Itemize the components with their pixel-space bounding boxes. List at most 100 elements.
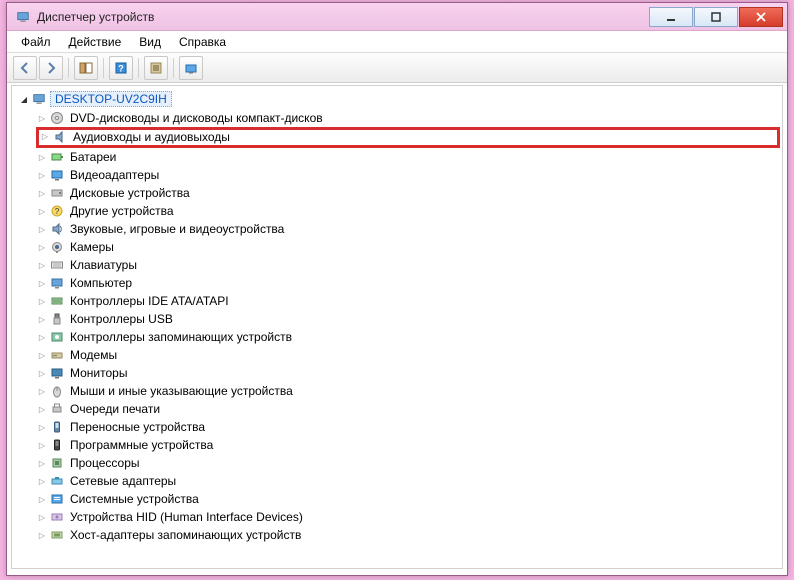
root-label[interactable]: DESKTOP-UV2C9IH xyxy=(50,91,172,107)
forward-button[interactable] xyxy=(39,56,63,80)
expand-collapse-icon[interactable] xyxy=(36,188,48,199)
monitor-icon xyxy=(49,365,65,381)
help-button[interactable]: ? xyxy=(109,56,133,80)
tree-node[interactable]: Видеоадаптеры xyxy=(18,166,780,184)
expand-collapse-icon[interactable] xyxy=(18,94,30,105)
tree-node[interactable]: Программные устройства xyxy=(18,436,780,454)
tree-node[interactable]: Контроллеры IDE ATA/ATAPI xyxy=(18,292,780,310)
tree-node[interactable]: Звуковые, игровые и видеоустройства xyxy=(18,220,780,238)
expand-collapse-icon[interactable] xyxy=(36,113,48,124)
tree-node[interactable]: Очереди печати xyxy=(18,400,780,418)
toolbar-separator xyxy=(103,58,104,78)
cpu-icon xyxy=(49,455,65,471)
expand-collapse-icon[interactable] xyxy=(36,440,48,451)
menubar: Файл Действие Вид Справка xyxy=(7,31,787,53)
tree-node[interactable]: Хост-адаптеры запоминающих устройств xyxy=(18,526,780,544)
window-title: Диспетчер устройств xyxy=(37,10,649,24)
keyboard-icon xyxy=(49,257,65,273)
network-icon xyxy=(49,473,65,489)
minimize-button[interactable] xyxy=(649,7,693,27)
node-label: Другие устройства xyxy=(68,204,176,218)
node-label: Контроллеры запоминающих устройств xyxy=(68,330,294,344)
node-label: Контроллеры IDE ATA/ATAPI xyxy=(68,294,231,308)
node-label: Переносные устройства xyxy=(68,420,207,434)
camera-icon xyxy=(49,239,65,255)
expand-collapse-icon[interactable] xyxy=(36,278,48,289)
expand-collapse-icon[interactable] xyxy=(36,404,48,415)
expand-collapse-icon[interactable] xyxy=(36,332,48,343)
computer-icon xyxy=(49,275,65,291)
tree-node[interactable]: DVD-дисководы и дисководы компакт-дисков xyxy=(18,109,780,127)
tree-node[interactable]: Мыши и иные указывающие устройства xyxy=(18,382,780,400)
expand-collapse-icon[interactable] xyxy=(36,422,48,433)
tree-node[interactable]: Аудиовходы и аудиовыходы xyxy=(36,127,780,148)
node-label: Контроллеры USB xyxy=(68,312,175,326)
show-hide-tree-button[interactable] xyxy=(74,56,98,80)
expand-collapse-icon[interactable] xyxy=(36,368,48,379)
menu-file[interactable]: Файл xyxy=(13,33,59,51)
node-label: Мониторы xyxy=(68,366,129,380)
expand-collapse-icon[interactable] xyxy=(36,170,48,181)
expand-collapse-icon[interactable] xyxy=(36,458,48,469)
portable-icon xyxy=(49,419,65,435)
expand-collapse-icon[interactable] xyxy=(36,296,48,307)
expand-collapse-icon[interactable] xyxy=(36,242,48,253)
tree-node[interactable]: Мониторы xyxy=(18,364,780,382)
hid-icon xyxy=(49,509,65,525)
scan-hardware-button[interactable] xyxy=(179,56,203,80)
tree-node[interactable]: Дисковые устройства xyxy=(18,184,780,202)
close-button[interactable] xyxy=(739,7,783,27)
drive-icon xyxy=(49,185,65,201)
tree-root-node[interactable]: DESKTOP-UV2C9IH xyxy=(18,90,780,108)
expand-collapse-icon[interactable] xyxy=(36,206,48,217)
expand-collapse-icon[interactable] xyxy=(36,314,48,325)
tree-node[interactable]: Переносные устройства xyxy=(18,418,780,436)
tree-node[interactable]: Сетевые адаптеры xyxy=(18,472,780,490)
maximize-button[interactable] xyxy=(694,7,738,27)
usb-icon xyxy=(49,311,65,327)
expand-collapse-icon[interactable] xyxy=(39,131,51,142)
properties-button[interactable] xyxy=(144,56,168,80)
tree-node[interactable]: Компьютер xyxy=(18,274,780,292)
titlebar: Диспетчер устройств xyxy=(7,3,787,31)
tree-node[interactable]: Контроллеры запоминающих устройств xyxy=(18,328,780,346)
back-button[interactable] xyxy=(13,56,37,80)
node-label: Системные устройства xyxy=(68,492,201,506)
node-label: Дисковые устройства xyxy=(68,186,192,200)
disc-icon xyxy=(49,110,65,126)
tree-node[interactable]: Контроллеры USB xyxy=(18,310,780,328)
expand-collapse-icon[interactable] xyxy=(36,260,48,271)
menu-action[interactable]: Действие xyxy=(61,33,130,51)
sound-icon xyxy=(49,221,65,237)
tree-node[interactable]: ?Другие устройства xyxy=(18,202,780,220)
node-label: Клавиатуры xyxy=(68,258,139,272)
tree-node[interactable]: Камеры xyxy=(18,238,780,256)
expand-collapse-icon[interactable] xyxy=(36,494,48,505)
expand-collapse-icon[interactable] xyxy=(36,152,48,163)
expand-collapse-icon[interactable] xyxy=(36,530,48,541)
expand-collapse-icon[interactable] xyxy=(36,512,48,523)
device-tree: DESKTOP-UV2C9IH DVD-дисководы и дисковод… xyxy=(12,86,782,548)
tree-node[interactable]: Процессоры xyxy=(18,454,780,472)
battery-icon xyxy=(49,149,65,165)
system-icon xyxy=(49,491,65,507)
menu-help[interactable]: Справка xyxy=(171,33,234,51)
menu-view[interactable]: Вид xyxy=(131,33,169,51)
tree-node[interactable]: Модемы xyxy=(18,346,780,364)
tree-pane: DESKTOP-UV2C9IH DVD-дисководы и дисковод… xyxy=(11,85,783,569)
printer-icon xyxy=(49,401,65,417)
tree-node[interactable]: Устройства HID (Human Interface Devices) xyxy=(18,508,780,526)
svg-text:?: ? xyxy=(118,63,124,73)
hostadapter-icon xyxy=(49,527,65,543)
tree-node[interactable]: Батареи xyxy=(18,148,780,166)
expand-collapse-icon[interactable] xyxy=(36,350,48,361)
node-label: DVD-дисководы и дисководы компакт-дисков xyxy=(68,111,325,125)
node-label: Мыши и иные указывающие устройства xyxy=(68,384,295,398)
tree-node[interactable]: Клавиатуры xyxy=(18,256,780,274)
expand-collapse-icon[interactable] xyxy=(36,224,48,235)
node-label: Хост-адаптеры запоминающих устройств xyxy=(68,528,303,542)
expand-collapse-icon[interactable] xyxy=(36,476,48,487)
tree-node[interactable]: Системные устройства xyxy=(18,490,780,508)
expand-collapse-icon[interactable] xyxy=(36,386,48,397)
node-label: Аудиовходы и аудиовыходы xyxy=(71,130,232,144)
